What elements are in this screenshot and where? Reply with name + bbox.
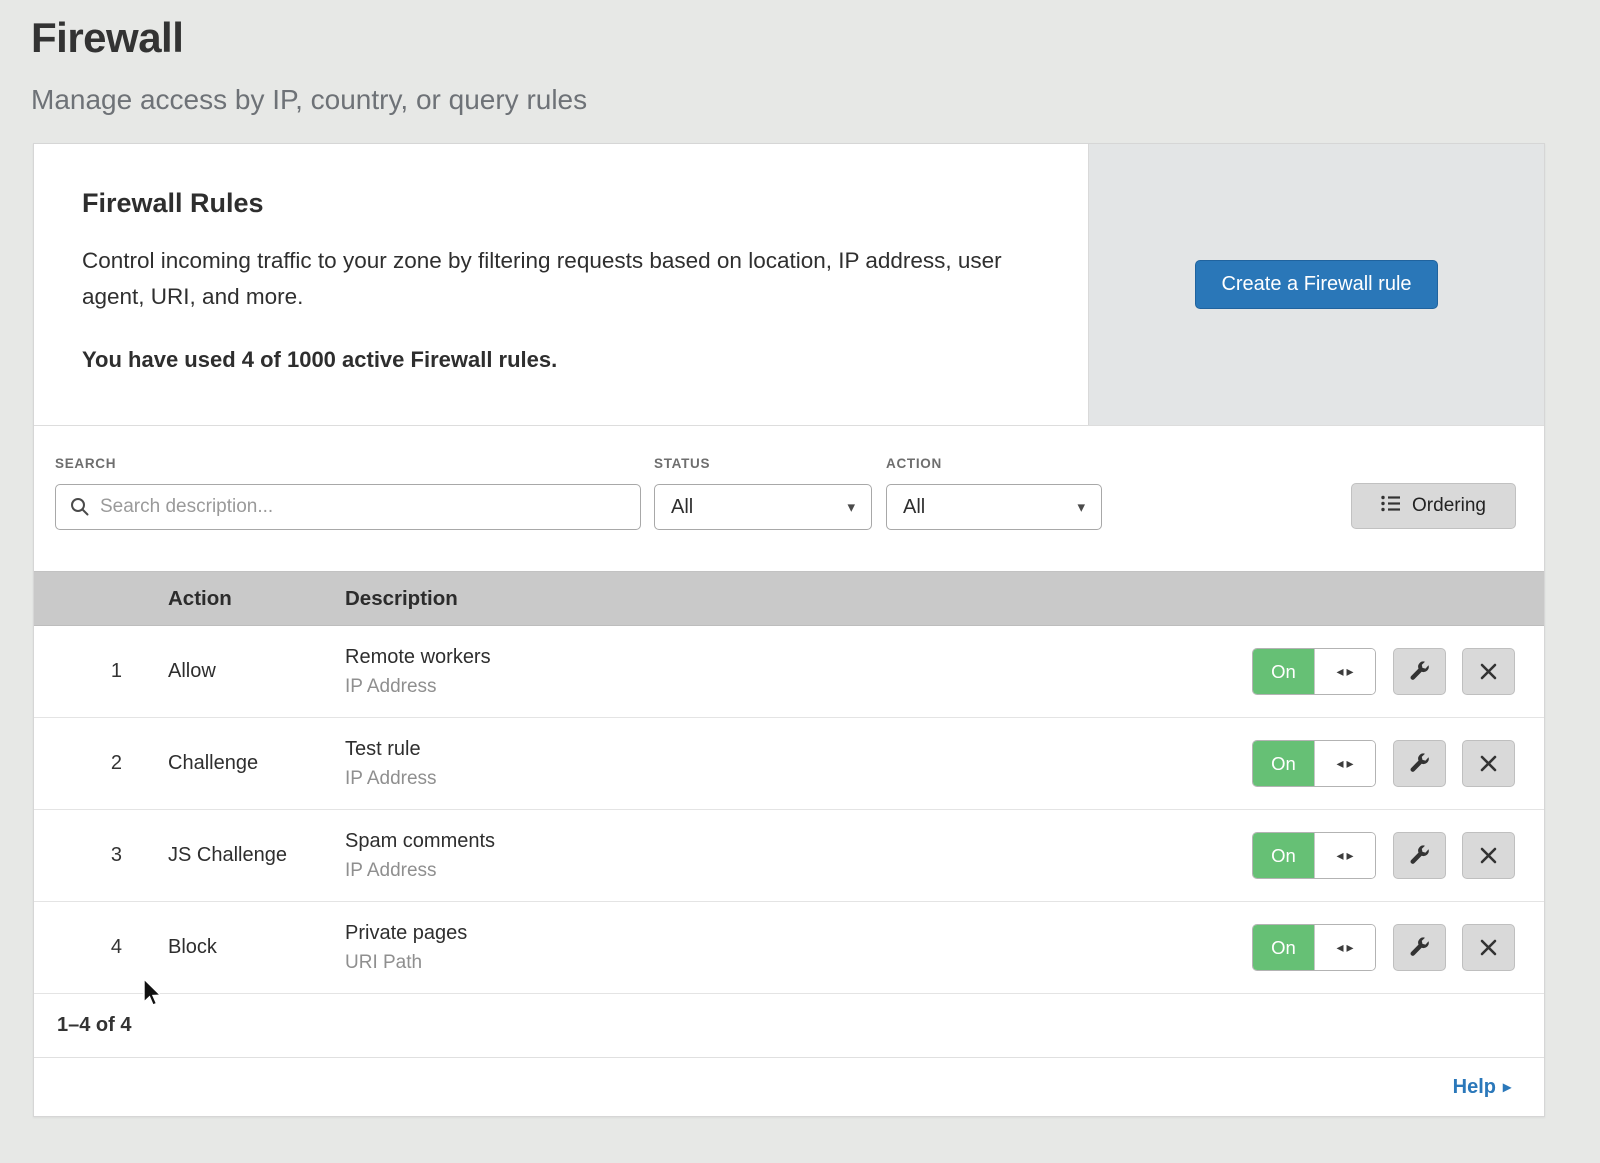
rule-index: 1	[34, 660, 168, 683]
status-label: STATUS	[654, 456, 872, 471]
edit-rule-button[interactable]	[1393, 648, 1446, 695]
toggle-arrows-icon[interactable]: ◂▸	[1314, 925, 1375, 970]
delete-rule-button[interactable]	[1462, 832, 1515, 879]
toggle-on-label[interactable]: On	[1253, 741, 1314, 786]
firewall-rules-card: Firewall Rules Control incoming traffic …	[33, 143, 1545, 1117]
rule-match-type: IP Address	[345, 676, 1252, 698]
edit-rule-button[interactable]	[1393, 740, 1446, 787]
toggle-arrows-icon[interactable]: ◂▸	[1314, 649, 1375, 694]
page-header: Firewall Manage access by IP, country, o…	[0, 0, 1600, 116]
wrench-icon	[1409, 661, 1431, 683]
rule-controls: On ◂▸	[1252, 832, 1544, 879]
rule-action: Allow	[168, 660, 345, 683]
rule-enabled-toggle[interactable]: On ◂▸	[1252, 740, 1376, 787]
create-rule-panel: Create a Firewall rule	[1088, 144, 1544, 425]
rule-index: 3	[34, 844, 168, 867]
close-icon	[1479, 754, 1498, 773]
rule-match-type: IP Address	[345, 860, 1252, 882]
page-subtitle: Manage access by IP, country, or query r…	[31, 84, 1600, 116]
delete-rule-button[interactable]	[1462, 648, 1515, 695]
rule-enabled-toggle[interactable]: On ◂▸	[1252, 924, 1376, 971]
section-title: Firewall Rules	[82, 188, 1040, 219]
column-header-action: Action	[168, 587, 345, 611]
delete-rule-button[interactable]	[1462, 924, 1515, 971]
ordering-button-label: Ordering	[1412, 495, 1486, 517]
help-arrow-icon: ▸	[1503, 1077, 1511, 1097]
rule-description: Private pages	[345, 922, 1252, 945]
action-select-value: All	[903, 496, 925, 519]
toggle-on-label[interactable]: On	[1253, 925, 1314, 970]
rule-action: Challenge	[168, 752, 345, 775]
chevron-down-icon: ▾	[1077, 498, 1085, 516]
rule-match-type: IP Address	[345, 768, 1252, 790]
action-select[interactable]: All ▾	[886, 484, 1102, 530]
column-header-description: Description	[345, 587, 1544, 611]
action-label: ACTION	[886, 456, 1102, 471]
create-firewall-rule-button[interactable]: Create a Firewall rule	[1195, 260, 1437, 309]
status-select-value: All	[671, 496, 693, 519]
rule-controls: On ◂▸	[1252, 648, 1544, 695]
table-header: Action Description	[34, 571, 1544, 626]
table-row: 1 Allow Remote workers IP Address On ◂▸	[34, 626, 1544, 718]
search-filter-group: SEARCH	[55, 456, 641, 530]
filters-bar: SEARCH STATUS All ▾ ACTION All	[34, 426, 1544, 571]
usage-summary: You have used 4 of 1000 active Firewall …	[82, 347, 1040, 373]
table-row: 4 Block Private pages URI Path On ◂▸	[34, 902, 1544, 994]
table-row: 2 Challenge Test rule IP Address On ◂▸	[34, 718, 1544, 810]
rule-description-cell: Spam comments IP Address	[345, 830, 1252, 882]
help-link-label: Help	[1453, 1076, 1496, 1099]
toggle-on-label[interactable]: On	[1253, 833, 1314, 878]
delete-rule-button[interactable]	[1462, 740, 1515, 787]
search-icon	[69, 496, 90, 522]
rule-action: JS Challenge	[168, 844, 345, 867]
rule-description: Test rule	[345, 738, 1252, 761]
wrench-icon	[1409, 753, 1431, 775]
help-link[interactable]: Help ▸	[1453, 1076, 1511, 1099]
page-title: Firewall	[31, 14, 1600, 62]
intro-section: Firewall Rules Control incoming traffic …	[34, 144, 1088, 425]
chevron-down-icon: ▾	[847, 498, 855, 516]
rule-match-type: URI Path	[345, 952, 1252, 974]
rule-action: Block	[168, 936, 345, 959]
action-filter-group: ACTION All ▾	[886, 456, 1102, 530]
card-top-section: Firewall Rules Control incoming traffic …	[34, 144, 1544, 426]
ordering-list-icon	[1381, 495, 1401, 518]
rule-description: Spam comments	[345, 830, 1252, 853]
pagination-summary: 1–4 of 4	[57, 1014, 131, 1037]
rule-description: Remote workers	[345, 646, 1252, 669]
rule-index: 2	[34, 752, 168, 775]
rule-enabled-toggle[interactable]: On ◂▸	[1252, 832, 1376, 879]
pagination-row: 1–4 of 4	[34, 994, 1544, 1058]
rule-controls: On ◂▸	[1252, 924, 1544, 971]
rule-index: 4	[34, 936, 168, 959]
search-wrap	[55, 484, 641, 530]
wrench-icon	[1409, 937, 1431, 959]
wrench-icon	[1409, 845, 1431, 867]
toggle-arrows-icon[interactable]: ◂▸	[1314, 741, 1375, 786]
toggle-on-label[interactable]: On	[1253, 649, 1314, 694]
rule-controls: On ◂▸	[1252, 740, 1544, 787]
edit-rule-button[interactable]	[1393, 832, 1446, 879]
close-icon	[1479, 938, 1498, 957]
section-description: Control incoming traffic to your zone by…	[82, 243, 1040, 315]
rule-description-cell: Test rule IP Address	[345, 738, 1252, 790]
rule-description-cell: Private pages URI Path	[345, 922, 1252, 974]
search-label: SEARCH	[55, 456, 641, 471]
close-icon	[1479, 846, 1498, 865]
search-input[interactable]	[55, 484, 641, 530]
status-filter-group: STATUS All ▾	[654, 456, 872, 530]
rule-description-cell: Remote workers IP Address	[345, 646, 1252, 698]
ordering-button[interactable]: Ordering	[1351, 483, 1516, 529]
close-icon	[1479, 662, 1498, 681]
rule-enabled-toggle[interactable]: On ◂▸	[1252, 648, 1376, 695]
toggle-arrows-icon[interactable]: ◂▸	[1314, 833, 1375, 878]
table-row: 3 JS Challenge Spam comments IP Address …	[34, 810, 1544, 902]
help-row: Help ▸	[34, 1058, 1544, 1116]
status-select[interactable]: All ▾	[654, 484, 872, 530]
edit-rule-button[interactable]	[1393, 924, 1446, 971]
